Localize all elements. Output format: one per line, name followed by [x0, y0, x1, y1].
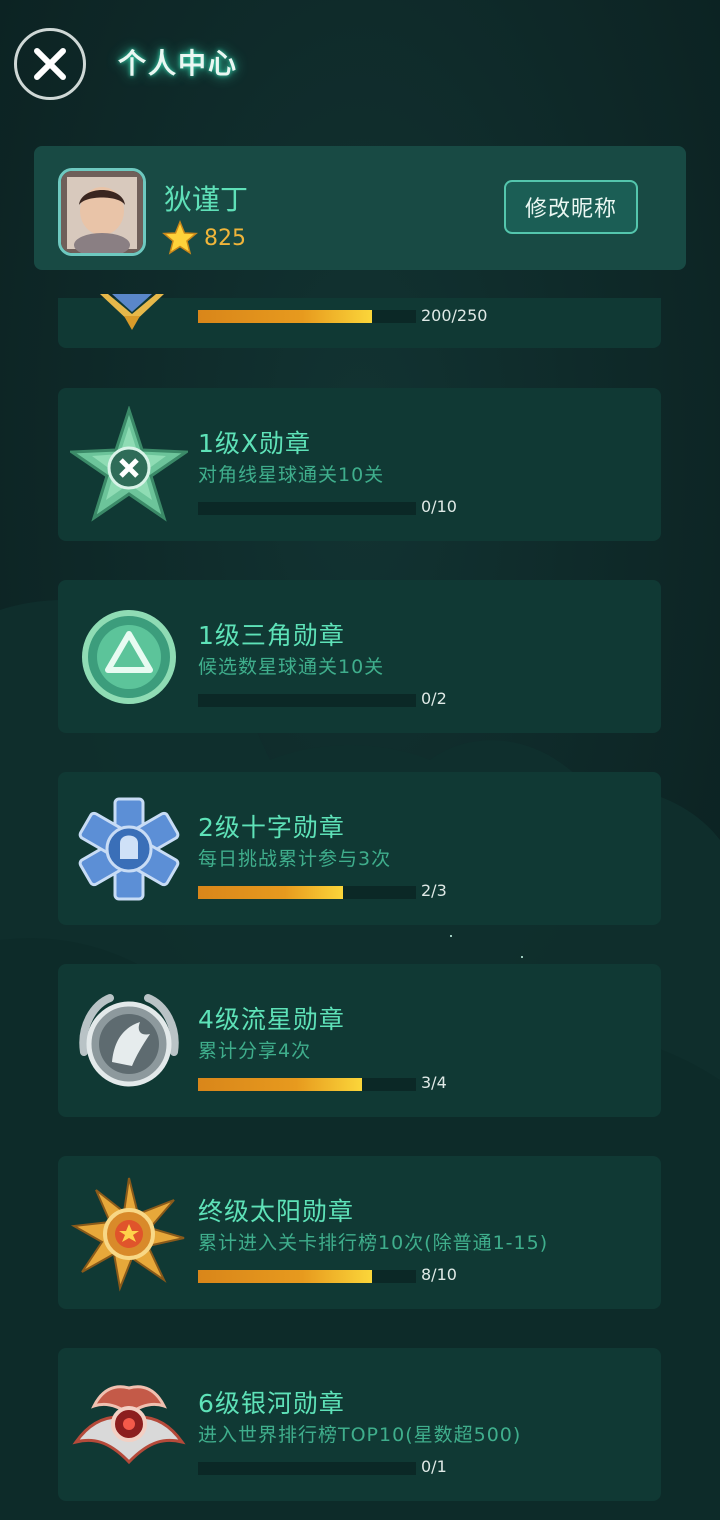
medal-card: 4级流星勋章 累计分享4次 3/4	[58, 964, 661, 1117]
progress-bar	[198, 1270, 416, 1283]
progress-text: 200/250	[421, 306, 488, 325]
medal-card: 6级银河勋章 进入世界排行榜TOP10(星数超500) 0/1	[58, 1348, 661, 1501]
progress-fill	[198, 886, 344, 899]
username: 狄谨丁	[164, 183, 249, 216]
edit-nickname-button[interactable]: 修改昵称	[504, 180, 638, 234]
medal-name: 2级十字勋章	[198, 813, 345, 842]
progress-fill	[198, 310, 373, 323]
red-galaxy-medal-icon	[72, 1385, 186, 1465]
gold-chevron-medal-icon	[100, 294, 164, 330]
star-icon	[162, 220, 198, 255]
progress-bar	[198, 1462, 416, 1475]
green-star-x-medal-icon	[70, 406, 188, 522]
progress-text: 8/10	[421, 1265, 457, 1284]
close-icon	[34, 48, 66, 80]
progress-text: 3/4	[421, 1073, 447, 1092]
medal-card: 200/250	[58, 294, 661, 348]
blue-cross-medal-icon	[78, 797, 180, 901]
medal-desc: 进入世界排行榜TOP10(星数超500)	[198, 1424, 522, 1446]
progress-text: 2/3	[421, 881, 447, 900]
medal-desc: 候选数星球通关10关	[198, 656, 385, 678]
progress-bar	[198, 310, 416, 323]
avatar[interactable]	[58, 168, 146, 256]
medal-desc: 累计进入关卡排行榜10次(除普通1-15)	[198, 1232, 549, 1254]
progress-bar	[198, 694, 416, 707]
medal-desc: 每日挑战累计参与3次	[198, 848, 392, 870]
progress-fill	[198, 1078, 362, 1091]
medal-desc: 对角线星球通关10关	[198, 464, 385, 486]
profile-card: 狄谨丁 825 修改昵称	[34, 146, 686, 270]
close-button[interactable]	[14, 28, 86, 100]
progress-bar	[198, 1078, 416, 1091]
score: 825	[204, 226, 246, 251]
medal-desc: 累计分享4次	[198, 1040, 312, 1062]
medal-card: 终级太阳勋章 累计进入关卡排行榜10次(除普通1-15) 8/10	[58, 1156, 661, 1309]
medal-name: 终级太阳勋章	[198, 1197, 355, 1226]
medal-card: 1级X勋章 对角线星球通关10关 0/10	[58, 388, 661, 541]
medal-name: 6级银河勋章	[198, 1389, 345, 1418]
medal-name: 1级X勋章	[198, 429, 312, 458]
medal-name: 1级三角勋章	[198, 621, 345, 650]
progress-text: 0/1	[421, 1457, 447, 1476]
gold-sun-medal-icon	[70, 1177, 185, 1292]
page-title: 个人中心	[118, 47, 239, 80]
progress-bar	[198, 886, 416, 899]
medal-card: 1级三角勋章 候选数星球通关10关 0/2	[58, 580, 661, 733]
green-triangle-medal-icon	[82, 610, 176, 704]
progress-text: 0/10	[421, 497, 457, 516]
progress-fill	[198, 1270, 373, 1283]
medal-name: 4级流星勋章	[198, 1005, 345, 1034]
medal-card: 2级十字勋章 每日挑战累计参与3次 2/3	[58, 772, 661, 925]
progress-text: 0/2	[421, 689, 447, 708]
progress-bar	[198, 502, 416, 515]
avatar-photo	[61, 171, 143, 253]
silver-meteor-medal-icon	[79, 994, 179, 1087]
